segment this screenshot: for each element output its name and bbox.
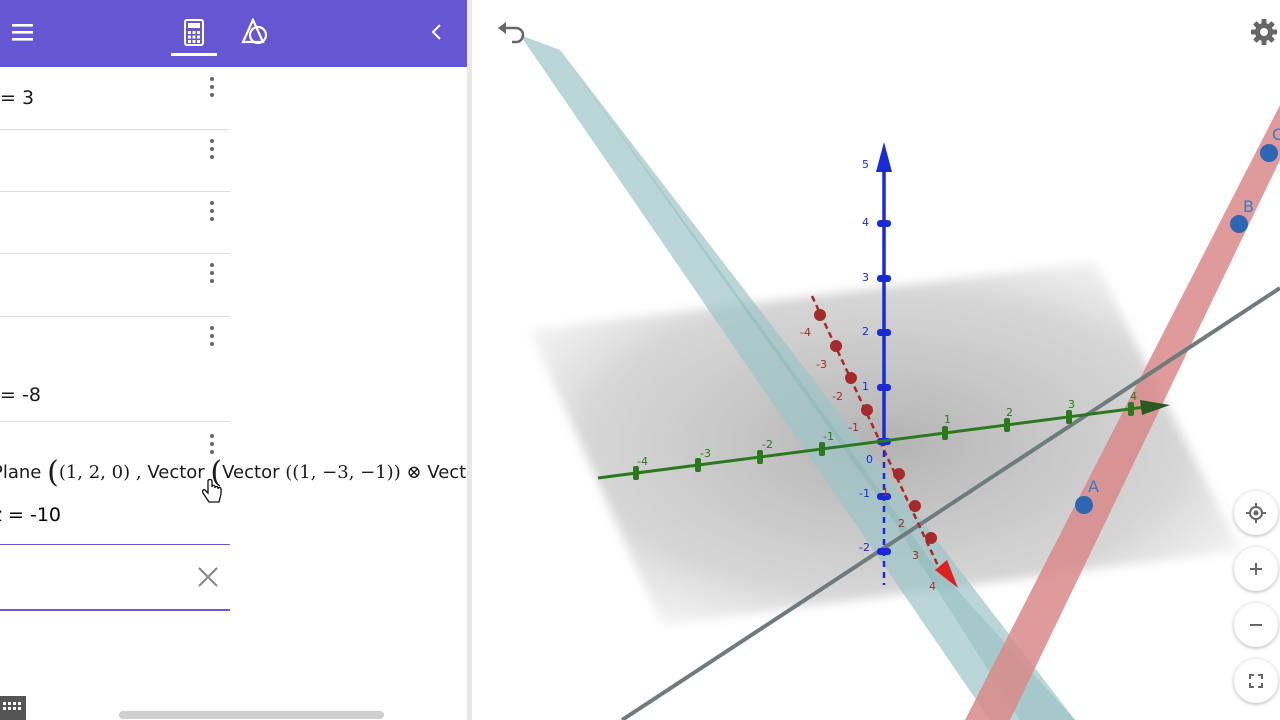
active-tab-indicator <box>171 53 217 56</box>
z-tick-label: -2 <box>859 541 870 554</box>
cross-product-operator: ⊗ <box>406 462 422 483</box>
plane-point: (1, 2, 0) <box>58 462 131 483</box>
point-a[interactable] <box>1075 496 1093 514</box>
row-options-button[interactable] <box>200 198 224 224</box>
x-tick-label: 3 <box>1068 398 1075 411</box>
point-c-label: C <box>1272 125 1280 144</box>
input-underline <box>0 609 230 611</box>
y-tick-label: 3 <box>912 549 919 562</box>
x-tick-label: -2 <box>762 438 773 451</box>
vector-command: Vector <box>147 462 205 483</box>
y-tick-label: 2 <box>898 517 905 530</box>
point-b[interactable] <box>1230 215 1248 233</box>
row-options-button[interactable] <box>200 74 224 100</box>
undo-button[interactable] <box>496 18 528 46</box>
row-options-button[interactable] <box>200 136 224 162</box>
row-options-button[interactable] <box>200 323 224 349</box>
z-tick-label: -1 <box>859 487 870 500</box>
y-tick-label: 4 <box>929 580 936 593</box>
separator: , <box>135 462 142 483</box>
z-axis-arrow <box>876 142 892 172</box>
x-tick-label: -4 <box>637 455 648 468</box>
top-toolbar <box>0 0 467 67</box>
gear-icon <box>1251 19 1277 45</box>
plane-definition[interactable]: Plane ((1, 2, 0) , Vector (Vector ((1, −… <box>0 455 467 489</box>
menu-button[interactable] <box>0 14 40 50</box>
collapse-panel-button[interactable] <box>422 14 452 50</box>
algebra-input[interactable] <box>0 545 194 609</box>
algebra-row-text: = -8 <box>0 384 41 406</box>
z-tick-label: 1 <box>862 380 869 393</box>
y-tick-label: -3 <box>816 358 827 371</box>
fullscreen-icon <box>1249 674 1263 688</box>
tab-algebra[interactable] <box>171 10 217 56</box>
point-b-label: B <box>1243 197 1254 216</box>
zoom-out-button[interactable] <box>1234 603 1278 647</box>
undo-icon <box>498 22 525 44</box>
calculator-icon <box>184 19 204 46</box>
z-tick-label: 3 <box>862 271 869 284</box>
input-row[interactable] <box>0 545 230 609</box>
algebra-row-5[interactable]: = -8 <box>0 316 230 422</box>
y-tick-label: -1 <box>848 421 859 434</box>
z-tick-label: 2 <box>862 325 869 338</box>
point-a-label: A <box>1088 477 1099 496</box>
x-tick-label: 2 <box>1006 406 1013 419</box>
row-options-button[interactable] <box>200 260 224 286</box>
target-icon <box>1246 503 1266 523</box>
algebra-row-2[interactable] <box>0 129 230 192</box>
keyboard-button[interactable] <box>0 696 26 720</box>
y-tick-label: 1 <box>882 486 889 499</box>
algebra-row-3[interactable] <box>0 191 230 254</box>
x-tick-label: -3 <box>700 447 711 460</box>
hand-cursor-icon <box>201 478 222 503</box>
3d-scene: -4 -3 -2 -1 1 2 3 4 -4 -3 -2 -1 1 2 3 4 … <box>520 35 1280 720</box>
standard-view-button[interactable] <box>1234 491 1278 535</box>
z-tick-label: 4 <box>862 216 869 229</box>
plane-equation: z = -10 <box>0 504 62 526</box>
row-options-button[interactable] <box>200 431 224 457</box>
geometry-icon <box>241 18 268 45</box>
algebra-row-text: = 3 <box>0 87 35 109</box>
point-c[interactable] <box>1260 144 1278 162</box>
menu-icon <box>12 24 33 41</box>
fullscreen-button[interactable] <box>1234 659 1278 703</box>
algebra-row-4[interactable] <box>0 253 230 317</box>
chevron-left-icon <box>431 24 441 40</box>
algebra-panel: = 3 = -8 Plane ((1, 2, 0) , Vector (Vect… <box>0 0 467 720</box>
horizontal-scrollbar[interactable] <box>119 711 384 719</box>
vector-command-inner: Vector <box>222 462 280 483</box>
z-tick-label: 5 <box>862 158 869 171</box>
tab-tools[interactable] <box>234 12 278 52</box>
clear-input-button[interactable] <box>196 565 220 589</box>
plane-command: Plane <box>0 462 42 483</box>
y-tick-label: -2 <box>832 390 843 403</box>
close-icon <box>198 567 218 587</box>
vector-argument: ((1, −3, −1)) <box>285 462 401 483</box>
z-tick-label: 0 <box>866 453 873 466</box>
graphics-3d-view[interactable]: -4 -3 -2 -1 1 2 3 4 -4 -3 -2 -1 1 2 3 4 … <box>472 0 1280 720</box>
keyboard-icon <box>3 702 21 710</box>
plus-icon <box>1250 563 1262 575</box>
x-tick-label: 1 <box>944 413 951 426</box>
x-tick-label: -1 <box>823 430 834 443</box>
zoom-in-button[interactable] <box>1234 547 1278 591</box>
algebra-row-1[interactable]: = 3 <box>0 67 230 130</box>
minus-icon <box>1250 624 1262 626</box>
y-tick-label: -4 <box>800 326 811 339</box>
vector-command-tail: Vect <box>427 462 467 483</box>
settings-button[interactable] <box>1248 16 1280 48</box>
x-tick-label: 4 <box>1130 390 1137 403</box>
